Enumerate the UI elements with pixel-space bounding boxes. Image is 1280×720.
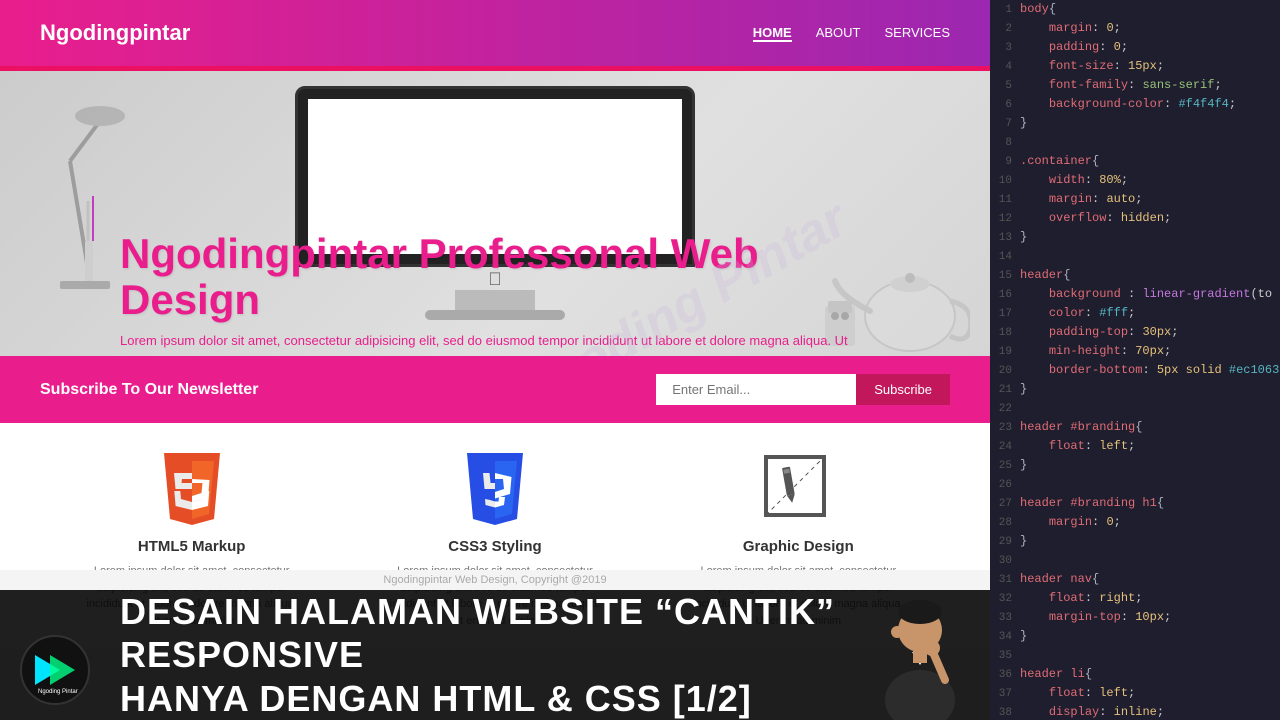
code-line: 30 [990,551,1280,570]
code-line: 4 font-size: 15px; [990,57,1280,76]
website-preview: Ngodingpintar HOME ABOUT SERVICES [0,0,990,720]
newsletter-form: Subscribe [656,374,950,405]
code-line: 29 } [990,532,1280,551]
code-line: 11 margin: auto; [990,190,1280,209]
code-line: 23 header #branding{ [990,418,1280,437]
feature-gd-title: Graphic Design [688,538,908,555]
code-line: 28 margin: 0; [990,513,1280,532]
code-line: 16 background : linear-gradient(to r [990,285,1280,304]
code-line: 5 font-family: sans-serif; [990,76,1280,95]
newsletter-bar: Subscribe To Our Newsletter Subscribe [0,356,990,423]
code-editor-panel: 1 body{ 2 margin: 0; 3 padding: 0; 4 fon… [990,0,1280,720]
hero-text: Ngodingpintar Professonal Web Design Lor… [120,231,850,356]
copyright-bar: Ngodingpintar Web Design, Copyright @201… [0,570,990,590]
site-nav: HOME ABOUT SERVICES [753,25,950,42]
code-line: 3 padding: 0; [990,38,1280,57]
code-line: 36 header li{ [990,665,1280,684]
site-branding: Ngodingpintar [40,20,190,46]
code-line: 38 display: inline; [990,703,1280,720]
code-line: 22 [990,399,1280,418]
newsletter-label: Subscribe To Our Newsletter [40,381,258,399]
code-line: 25 } [990,456,1280,475]
hero-title: Ngodingpintar Professonal Web Design [120,231,850,323]
code-line: 9 .container{ [990,152,1280,171]
code-line: 17 color: #fff; [990,304,1280,323]
hero-description: Lorem ipsum dolor sit amet, consectetur … [120,331,850,356]
channel-logo: Ngoding Pintar [20,635,90,705]
nav-services[interactable]: SERVICES [884,25,950,42]
graphic-design-icon [688,453,908,528]
code-line: 13 } [990,228,1280,247]
bottom-overlay: Ngoding Pintar DESAIN HALAMAN WEBSITE “C… [0,590,990,720]
newsletter-email-input[interactable] [656,374,856,405]
code-line: 32 float: right; [990,589,1280,608]
html5-icon [82,453,302,528]
code-line: 27 header #branding h1{ [990,494,1280,513]
newsletter-subscribe-button[interactable]: Subscribe [856,374,950,405]
code-line: 34 } [990,627,1280,646]
code-line: 24 float: left; [990,437,1280,456]
copyright-text: Ngodingpintar Web Design, Copyright @201… [383,574,606,586]
code-line: 7 } [990,114,1280,133]
nav-about[interactable]: ABOUT [816,25,861,42]
code-line: 14 [990,247,1280,266]
feature-css3-title: CSS3 Styling [385,538,605,555]
overlay-line1: DESAIN HALAMAN WEBSITE “CANTIK” RESPONSI… [120,590,970,676]
code-line: 19 min-height: 70px; [990,342,1280,361]
hero-lamp-decoration [30,101,130,301]
code-line: 12 overflow: hidden; [990,209,1280,228]
code-line: 35 [990,646,1280,665]
overlay-line2: HANYA DENGAN HTML & CSS [1/2] [120,677,970,720]
presenter-avatar [870,600,970,720]
code-line: 31 header nav{ [990,570,1280,589]
code-line: 8 [990,133,1280,152]
code-line: 33 margin-top: 10px; [990,608,1280,627]
code-line: 2 margin: 0; [990,19,1280,38]
nav-home[interactable]: HOME [753,25,792,42]
code-line: 15 header{ [990,266,1280,285]
code-line: 6 background-color: #f4f4f4; [990,95,1280,114]
site-title: Ngodingpintar [40,20,190,46]
css3-icon [385,453,605,528]
overlay-text: DESAIN HALAMAN WEBSITE “CANTIK” RESPONSI… [100,590,970,720]
code-line: 26 [990,475,1280,494]
code-line: 18 padding-top: 30px; [990,323,1280,342]
site-header: Ngodingpintar HOME ABOUT SERVICES [0,0,990,71]
feature-html5-title: HTML5 Markup [82,538,302,555]
code-line: 37 float: left; [990,684,1280,703]
svg-text:Ngoding Pintar: Ngoding Pintar [38,689,78,695]
code-line: 1 body{ [990,0,1280,19]
code-line: 20 border-bottom: 5px solid #ec1063 [990,361,1280,380]
code-line: 21 } [990,380,1280,399]
code-line: 10 width: 80%; [990,171,1280,190]
code-editor: 1 body{ 2 margin: 0; 3 padding: 0; 4 fon… [990,0,1280,720]
hero-section:  Ngodin [0,71,990,356]
